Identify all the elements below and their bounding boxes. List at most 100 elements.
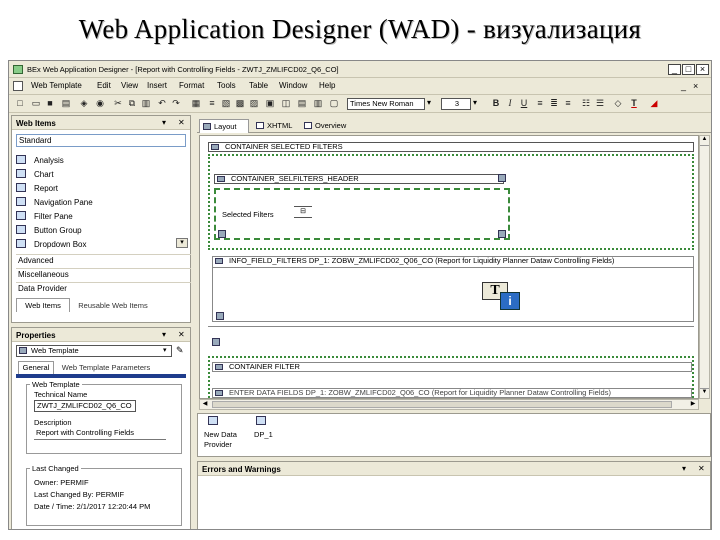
- tab-general[interactable]: General: [18, 361, 54, 374]
- mdi-minimize-button[interactable]: _: [681, 81, 686, 91]
- menu-edit[interactable]: Edit: [97, 81, 111, 90]
- cut-icon[interactable]: ✂: [113, 98, 123, 108]
- group-data-provider[interactable]: Data Provider: [16, 282, 191, 295]
- tab-reusable-web-items[interactable]: Reusable Web Items: [72, 299, 154, 312]
- wad-screenshot: BEx Web Application Designer - [Report w…: [8, 60, 712, 530]
- table-icon[interactable]: ▦: [191, 98, 201, 108]
- date-time-text: Date / Time: 2/1/2017 12:20:44 PM: [34, 502, 151, 511]
- close-icon[interactable]: ✕: [178, 330, 185, 339]
- menu-format[interactable]: Format: [179, 81, 204, 90]
- menu-tools[interactable]: Tools: [217, 81, 236, 90]
- align-right-icon[interactable]: ≡: [563, 98, 573, 108]
- scroll-right-icon[interactable]: ▶: [688, 400, 698, 409]
- container-filter[interactable]: CONTAINER FILTER: [212, 362, 692, 372]
- chevron-down-icon[interactable]: ▾: [162, 330, 166, 339]
- chevron-down-icon[interactable]: ▾: [427, 98, 431, 107]
- bold-icon[interactable]: B: [491, 98, 501, 108]
- merge-icon[interactable]: ◫: [281, 98, 291, 108]
- container-icon: [217, 176, 225, 182]
- tab-overview[interactable]: Overview: [301, 120, 361, 133]
- close-icon[interactable]: ✕: [698, 464, 705, 473]
- execute-icon[interactable]: ◈: [79, 98, 89, 108]
- menu-help[interactable]: Help: [319, 81, 335, 90]
- align-left-icon[interactable]: ≡: [207, 98, 217, 108]
- underline-icon[interactable]: U: [519, 98, 529, 108]
- cell-icon[interactable]: ▢: [329, 98, 339, 108]
- save-icon[interactable]: ■: [45, 98, 55, 108]
- chart-icon: [16, 169, 26, 178]
- close-icon[interactable]: ✕: [178, 118, 185, 127]
- web-item-button-group[interactable]: Button Group: [16, 224, 82, 237]
- mdi-close-button[interactable]: ×: [693, 81, 698, 91]
- container-end-icon: [218, 230, 226, 238]
- tab-web-items[interactable]: Web Items: [16, 298, 70, 312]
- minimize-button[interactable]: _: [668, 64, 681, 75]
- paste-icon[interactable]: ▥: [141, 98, 151, 108]
- scroll-down-icon[interactable]: ▼: [700, 388, 709, 398]
- scroll-up-icon[interactable]: ▲: [700, 136, 709, 146]
- marker-icon[interactable]: ◢: [649, 98, 659, 108]
- menu-window[interactable]: Window: [279, 81, 307, 90]
- close-button[interactable]: ×: [696, 64, 709, 75]
- group-advanced[interactable]: Advanced: [16, 254, 191, 267]
- insert-icon[interactable]: ▨: [249, 98, 259, 108]
- grid-icon[interactable]: ▩: [235, 98, 245, 108]
- new-icon[interactable]: □: [15, 98, 25, 108]
- align-center-icon[interactable]: ≣: [549, 98, 559, 108]
- copy-icon[interactable]: ⧉: [127, 98, 137, 108]
- image-icon[interactable]: ▧: [221, 98, 231, 108]
- description-field[interactable]: Report with Controlling Fields: [34, 428, 166, 440]
- web-item-dropdown-box[interactable]: Dropdown Box: [16, 238, 86, 251]
- web-item-chart[interactable]: Chart: [16, 168, 54, 181]
- open-icon[interactable]: ▭: [31, 98, 41, 108]
- maximize-button[interactable]: □: [682, 64, 695, 75]
- web-item-navigation-pane[interactable]: Navigation Pane: [16, 196, 93, 209]
- properties-selector[interactable]: Web Template ▾: [16, 345, 172, 357]
- print-icon[interactable]: ▤: [61, 98, 71, 108]
- group-miscellaneous[interactable]: Miscellaneous: [16, 268, 191, 281]
- chevron-down-icon[interactable]: ▾: [473, 98, 477, 107]
- numbered-list-icon[interactable]: ☷: [581, 98, 591, 108]
- new-data-provider-button[interactable]: New Data Provider: [204, 416, 248, 454]
- group-standard[interactable]: Standard: [16, 134, 186, 147]
- chevron-down-icon[interactable]: ▾: [682, 464, 686, 473]
- layout-canvas[interactable]: CONTAINER SELECTED FILTERS CONTAINER_SEL…: [199, 135, 699, 399]
- tab-layout[interactable]: Layout: [199, 119, 249, 133]
- scroll-down-button[interactable]: ▾: [176, 238, 188, 248]
- scroll-thumb[interactable]: [212, 401, 672, 408]
- layout-icon: [203, 123, 211, 130]
- column-icon[interactable]: ▥: [313, 98, 323, 108]
- web-item-report[interactable]: Report: [16, 182, 58, 195]
- split-icon[interactable]: ▣: [265, 98, 275, 108]
- canvas-horizontal-scrollbar[interactable]: ◀ ▶: [199, 399, 699, 410]
- font-size-select[interactable]: 3: [441, 98, 471, 110]
- undo-icon[interactable]: ↶: [157, 98, 167, 108]
- bullet-list-icon[interactable]: ☰: [595, 98, 605, 108]
- italic-icon[interactable]: I: [505, 98, 515, 108]
- web-item-analysis[interactable]: Analysis: [16, 154, 64, 167]
- menu-web-template[interactable]: Web Template: [31, 81, 82, 90]
- container-selfilters-header[interactable]: CONTAINER_SELFILTERS_HEADER: [214, 174, 504, 184]
- data-provider-bar: New Data Provider DP_1: [197, 413, 711, 457]
- container-selected-filters[interactable]: CONTAINER SELECTED FILTERS: [208, 142, 694, 152]
- edit-icon[interactable]: ✎: [176, 345, 184, 356]
- tab-xhtml[interactable]: XHTML: [253, 120, 301, 133]
- cut-off-section[interactable]: ENTER DATA FIELDS DP_1: ZOBW_ZMLIFCD02_Q…: [212, 388, 692, 398]
- data-provider-dp1[interactable]: DP_1: [254, 416, 284, 454]
- redo-icon[interactable]: ↷: [171, 98, 181, 108]
- row-icon[interactable]: ▤: [297, 98, 307, 108]
- web-item-filter-pane[interactable]: Filter Pane: [16, 210, 73, 223]
- menu-table[interactable]: Table: [249, 81, 268, 90]
- menu-insert[interactable]: Insert: [147, 81, 167, 90]
- scroll-left-icon[interactable]: ◀: [200, 400, 210, 409]
- tab-web-template-parameters[interactable]: Web Template Parameters: [56, 362, 156, 374]
- publish-icon[interactable]: ◉: [95, 98, 105, 108]
- canvas-vertical-scrollbar[interactable]: ▲ ▼: [699, 135, 710, 399]
- technical-name-field[interactable]: ZWTJ_ZMLIFCD02_Q6_CO: [34, 400, 136, 412]
- align-left-icon[interactable]: ≡: [535, 98, 545, 108]
- highlight-icon[interactable]: ◇: [613, 98, 623, 108]
- font-name-select[interactable]: Times New Roman: [347, 98, 425, 110]
- font-color-icon[interactable]: T: [629, 98, 639, 108]
- menu-view[interactable]: View: [121, 81, 138, 90]
- chevron-down-icon[interactable]: ▾: [162, 118, 166, 127]
